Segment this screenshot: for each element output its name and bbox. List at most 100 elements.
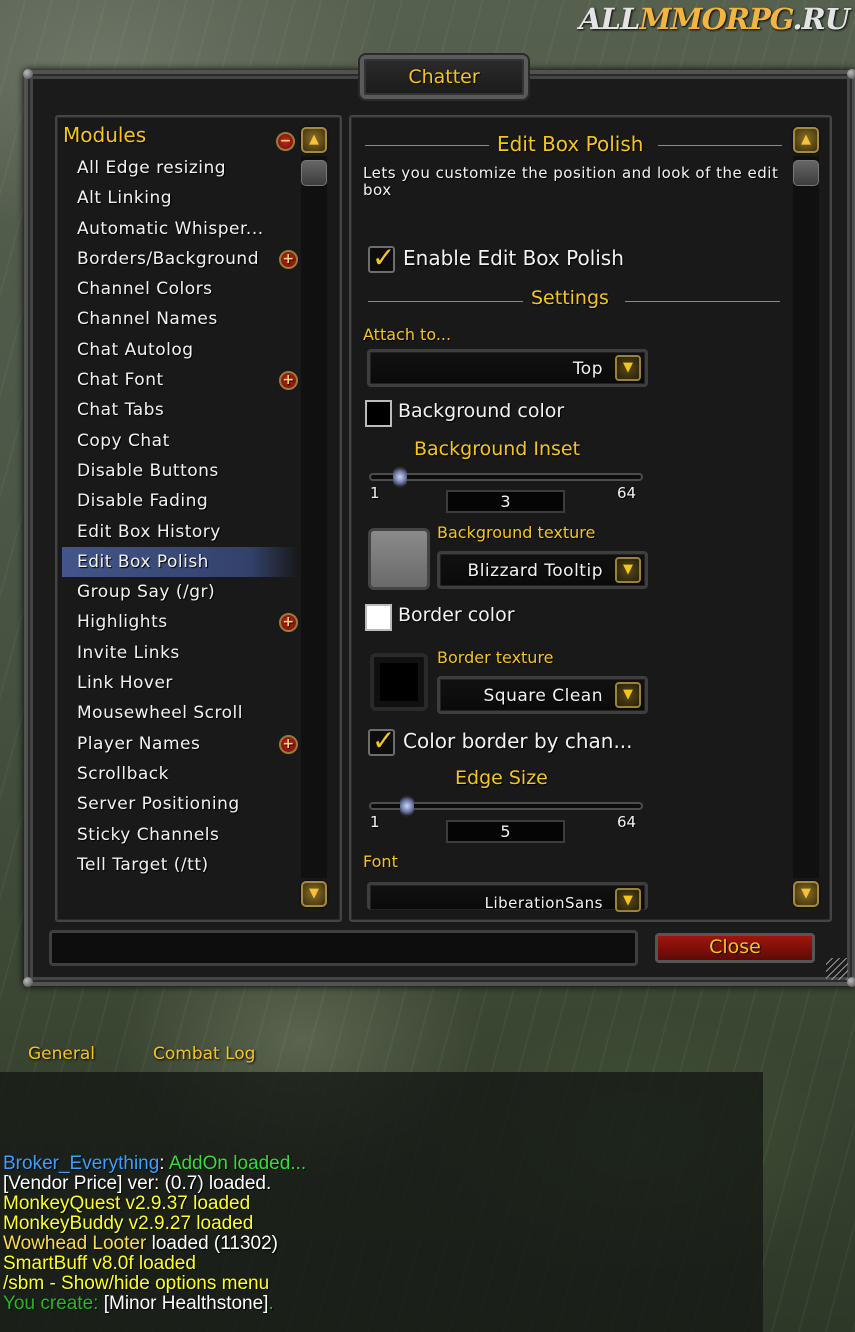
plus-icon[interactable]: +: [279, 613, 298, 633]
border-color-swatch[interactable]: [365, 604, 392, 631]
border-texture-preview: [370, 653, 428, 711]
background-color-swatch[interactable]: [365, 400, 392, 427]
chat-line: Wowhead Looter loaded (11302): [3, 1234, 278, 1254]
module-item[interactable]: Scrollback: [62, 759, 298, 789]
chat-segment: [Minor Healthstone]: [103, 1293, 269, 1314]
chat-segment: MonkeyBuddy v2.9.27 loaded: [3, 1213, 254, 1234]
attach-label: Attach to...: [363, 325, 452, 344]
module-item[interactable]: Copy Chat: [62, 426, 298, 456]
module-item[interactable]: Borders/Background +: [62, 244, 298, 274]
chevron-down-icon[interactable]: ▼: [615, 888, 641, 912]
module-item[interactable]: Edit Box History: [62, 517, 298, 547]
settings-divider-right: [625, 301, 780, 302]
chat-line: Broker_Everything: AddOn loaded...: [3, 1154, 306, 1174]
module-item[interactable]: Disable Buttons: [62, 456, 298, 486]
chat-segment: Wowhead Looter: [3, 1233, 147, 1254]
border-texture-dropdown[interactable]: Square Clean ▼: [437, 676, 648, 714]
plus-icon[interactable]: +: [279, 249, 298, 269]
module-item-label: Disable Fading: [77, 491, 209, 512]
settings-scroll-track[interactable]: [793, 156, 819, 878]
chat-segment: You create:: [3, 1293, 104, 1314]
module-item[interactable]: Invite Links: [62, 638, 298, 668]
module-item[interactable]: Chat Tabs: [62, 395, 298, 425]
border-texture-label: Border texture: [437, 648, 554, 667]
tab-combat-log[interactable]: Combat Log: [153, 1044, 255, 1064]
module-item[interactable]: Edit Box Polish: [62, 546, 298, 578]
enable-label: Enable Edit Box Polish: [403, 246, 624, 270]
module-item-label: Invite Links: [77, 642, 180, 663]
module-item[interactable]: Alt Linking: [62, 183, 298, 213]
background-inset-input[interactable]: 3: [446, 490, 565, 513]
module-item[interactable]: Disable Fading: [62, 486, 298, 516]
close-button[interactable]: Close: [655, 933, 815, 963]
chat-segment: /sbm - Show/hide options menu: [3, 1273, 270, 1294]
background-inset-slider[interactable]: [369, 473, 643, 481]
edge-size-knob[interactable]: [400, 795, 414, 817]
font-label: Font: [363, 852, 398, 871]
background-inset-knob[interactable]: [393, 466, 407, 488]
module-item-label: Chat Autolog: [77, 339, 194, 360]
module-item[interactable]: Player Names +: [62, 729, 298, 759]
module-item-label: Group Say (/gr): [77, 582, 216, 603]
module-item-label: Mousewheel Scroll: [77, 703, 243, 724]
module-item[interactable]: Server Positioning: [62, 789, 298, 819]
modules-scroll-track[interactable]: [301, 156, 327, 878]
module-item[interactable]: All Edge resizing: [62, 153, 298, 183]
module-item[interactable]: Sticky Channels: [62, 820, 298, 850]
edge-size-min: 1: [370, 813, 380, 831]
border-texture-value: Square Clean: [483, 686, 603, 706]
chevron-down-icon[interactable]: ▼: [615, 682, 641, 708]
module-item[interactable]: Group Say (/gr): [62, 577, 298, 607]
background-texture-dropdown[interactable]: Blizzard Tooltip ▼: [437, 551, 648, 589]
module-item-label: Chat Font: [77, 370, 164, 391]
settings-scroll-thumb[interactable]: [793, 160, 819, 186]
module-item[interactable]: Chat Autolog: [62, 335, 298, 365]
chat-line: SmartBuff v8.0f loaded: [3, 1254, 196, 1274]
arrow-down-icon[interactable]: ▼: [793, 881, 819, 907]
frame-rivet: [23, 977, 33, 987]
arrow-up-icon[interactable]: ▲: [301, 127, 327, 153]
module-item-label: All Edge resizing: [77, 158, 227, 178]
module-item[interactable]: Channel Colors: [62, 274, 298, 304]
plus-icon[interactable]: +: [279, 371, 298, 391]
site-watermark: ALLMMORPG.RU: [579, 2, 850, 36]
module-item[interactable]: Tell Target (/tt): [62, 850, 298, 880]
enable-checkbox[interactable]: ✓: [368, 241, 395, 274]
section-description: Lets you customize the position and look…: [363, 164, 779, 199]
chevron-down-icon[interactable]: ▼: [615, 557, 641, 583]
resize-grip-icon[interactable]: [826, 958, 848, 980]
chevron-down-icon[interactable]: ▼: [615, 355, 641, 381]
module-item[interactable]: Automatic Whisper...: [62, 214, 298, 244]
chat-segment: SmartBuff v8.0f loaded: [3, 1253, 196, 1274]
window-title-tab[interactable]: Chatter: [360, 55, 528, 99]
font-dropdown[interactable]: LiberationSans ▼: [367, 882, 648, 912]
modules-scroll-thumb[interactable]: [301, 160, 327, 186]
chat-segment: .: [268, 1293, 274, 1314]
attach-dropdown[interactable]: Top ▼: [367, 349, 648, 387]
frame-rivet: [847, 977, 855, 987]
color-by-channel-checkbox[interactable]: ✓: [368, 724, 395, 757]
background-texture-preview: [368, 528, 430, 590]
module-item[interactable]: Chat Font +: [62, 365, 298, 395]
module-item[interactable]: Highlights +: [62, 607, 298, 637]
modules-list: All Edge resizing Alt Linking Automatic Wh…: [62, 153, 298, 880]
collapse-icon[interactable]: −: [276, 132, 295, 151]
module-item[interactable]: Mousewheel Scroll: [62, 698, 298, 728]
arrow-down-icon[interactable]: ▼: [301, 881, 327, 907]
background-inset-max: 64: [617, 484, 637, 502]
module-item-label: Copy Chat: [77, 430, 170, 451]
settings-panel: [349, 115, 832, 922]
settings-header: Settings: [531, 287, 609, 309]
tab-general[interactable]: General: [28, 1044, 95, 1064]
background-color-label: Background color: [398, 400, 565, 422]
edge-size-label: Edge Size: [455, 767, 548, 789]
module-item[interactable]: Channel Names: [62, 304, 298, 334]
module-item-label: Server Positioning: [77, 794, 240, 815]
plus-icon[interactable]: +: [279, 734, 298, 754]
frame-rivet: [23, 69, 33, 79]
frame-rivet: [847, 69, 855, 79]
module-item-label: Tell Target (/tt): [77, 854, 209, 875]
arrow-up-icon[interactable]: ▲: [793, 127, 819, 153]
edge-size-input[interactable]: 5: [446, 820, 565, 843]
module-item[interactable]: Link Hover: [62, 668, 298, 698]
